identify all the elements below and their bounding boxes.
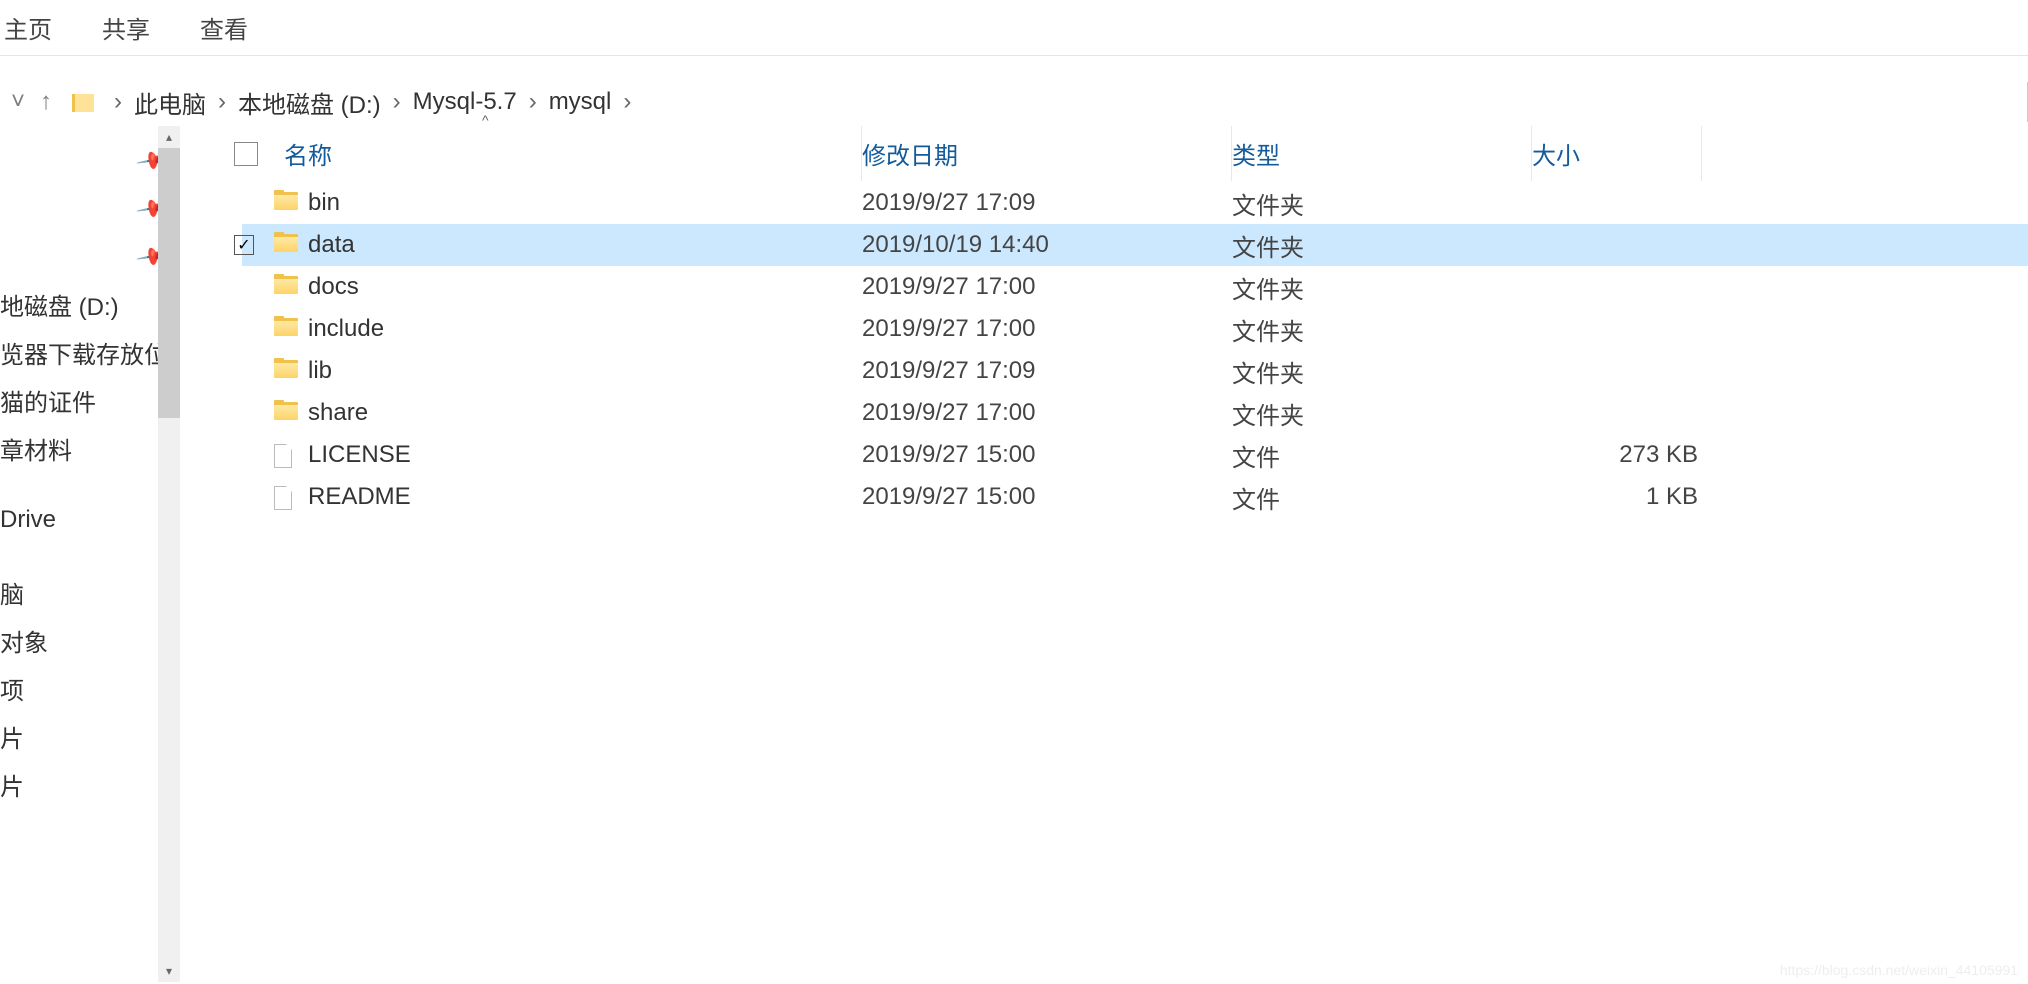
scroll-thumb[interactable] xyxy=(158,148,180,418)
file-date: 2019/9/27 17:09 xyxy=(862,189,1232,217)
sidebar-item-label: 对象 xyxy=(0,623,48,658)
history-dropdown-icon[interactable]: ˅ xyxy=(4,88,32,116)
main-area: 📌 📌 📌 地磁盘 (D:) 览器下载存放位 猫的证件 章材料 Drive 脑 … xyxy=(0,126,2028,982)
folder-row[interactable]: lib2019/9/27 17:09文件夹 xyxy=(242,350,2028,392)
sidebar-item-label: 片 xyxy=(0,767,24,802)
file-date: 2019/9/27 15:00 xyxy=(862,483,1232,511)
sidebar-item[interactable]: 📌 xyxy=(0,232,180,280)
folder-row[interactable]: include2019/9/27 17:00文件夹 xyxy=(242,308,2028,350)
sidebar-item[interactable]: 览器下载存放位 xyxy=(0,328,180,376)
file-type: 文件夹 xyxy=(1232,312,1532,347)
sidebar-item[interactable]: Drive xyxy=(0,496,180,544)
chevron-right-icon[interactable]: › xyxy=(623,88,631,116)
file-type: 文件夹 xyxy=(1232,396,1532,431)
file-date: 2019/10/19 14:40 xyxy=(862,231,1232,259)
sidebar-item-label: 章材料 xyxy=(0,431,72,466)
sidebar-item-label: 项 xyxy=(0,671,24,706)
column-header-name[interactable]: 名称 ^ xyxy=(242,126,862,181)
sidebar-scrollbar[interactable]: ▴ ▾ xyxy=(158,126,180,982)
sidebar-item[interactable]: 章材料 xyxy=(0,424,180,472)
sidebar-item-label: 地磁盘 (D:) xyxy=(0,287,119,322)
folder-icon xyxy=(274,276,296,298)
file-list: 名称 ^ 修改日期 类型 大小 bin2019/9/27 17:09文件夹✓da… xyxy=(180,126,2028,982)
sidebar-item[interactable]: 对象 xyxy=(0,616,180,664)
file-name: LICENSE xyxy=(242,441,862,469)
file-date: 2019/9/27 17:00 xyxy=(862,273,1232,301)
sort-indicator-icon: ^ xyxy=(482,112,489,128)
sidebar-item[interactable]: 片 xyxy=(0,712,180,760)
sidebar-item[interactable]: 地磁盘 (D:) xyxy=(0,280,180,328)
file-size: 1 KB xyxy=(1532,483,1702,511)
file-type: 文件 xyxy=(1232,480,1532,515)
file-icon xyxy=(274,444,296,466)
breadcrumb-segment[interactable]: 本地磁盘 (D:) xyxy=(238,85,381,120)
sidebar-item-label: 片 xyxy=(0,719,24,754)
folder-row[interactable]: ✓data2019/10/19 14:40文件夹 xyxy=(242,224,2028,266)
sidebar-item[interactable]: 脑 xyxy=(0,568,180,616)
chevron-right-icon[interactable]: › xyxy=(218,88,226,116)
folder-row[interactable]: docs2019/9/27 17:00文件夹 xyxy=(242,266,2028,308)
sidebar-item[interactable]: 📌 xyxy=(0,136,180,184)
folder-row[interactable]: share2019/9/27 17:00文件夹 xyxy=(242,392,2028,434)
file-name: share xyxy=(242,399,862,427)
column-header-date[interactable]: 修改日期 xyxy=(862,126,1232,181)
column-headers: 名称 ^ 修改日期 类型 大小 xyxy=(242,126,2028,182)
file-type: 文件 xyxy=(1232,438,1532,473)
file-row[interactable]: LICENSE2019/9/27 15:00文件273 KB xyxy=(242,434,2028,476)
file-name: data xyxy=(242,231,862,259)
sidebar-item[interactable]: 项 xyxy=(0,664,180,712)
scroll-up-icon[interactable]: ▴ xyxy=(158,126,180,148)
file-row[interactable]: README2019/9/27 15:00文件1 KB xyxy=(242,476,2028,518)
sidebar-item-label: Drive xyxy=(0,506,56,534)
address-bar: ˅ ↑ › 此电脑 › 本地磁盘 (D:) › Mysql-5.7 › mysq… xyxy=(0,78,2028,126)
navigation-pane: 📌 📌 📌 地磁盘 (D:) 览器下载存放位 猫的证件 章材料 Drive 脑 … xyxy=(0,126,180,982)
folder-icon xyxy=(274,192,296,214)
chevron-right-icon[interactable]: › xyxy=(393,88,401,116)
up-arrow-icon[interactable]: ↑ xyxy=(32,88,60,116)
column-header-size[interactable]: 大小 xyxy=(1532,126,1702,181)
sidebar-item-label: 猫的证件 xyxy=(0,383,96,418)
breadcrumb-segment[interactable]: 此电脑 xyxy=(134,85,206,120)
file-name: docs xyxy=(242,273,862,301)
file-date: 2019/9/27 17:00 xyxy=(862,399,1232,427)
ribbon-tab-home[interactable]: 主页 xyxy=(4,10,52,45)
file-size: 273 KB xyxy=(1532,441,1702,469)
folder-icon xyxy=(274,402,296,424)
file-type: 文件夹 xyxy=(1232,228,1532,263)
column-header-type[interactable]: 类型 xyxy=(1232,126,1532,181)
folder-icon xyxy=(274,318,296,340)
watermark: https://blog.csdn.net/weixin_44105991 xyxy=(1780,962,2018,978)
file-name: include xyxy=(242,315,862,343)
file-date: 2019/9/27 15:00 xyxy=(862,441,1232,469)
file-date: 2019/9/27 17:00 xyxy=(862,315,1232,343)
ribbon-tabs: 主页 共享 查看 xyxy=(0,0,2028,56)
scroll-down-icon[interactable]: ▾ xyxy=(158,960,180,982)
sidebar-item[interactable]: 📌 xyxy=(0,184,180,232)
file-name: README xyxy=(242,483,862,511)
breadcrumb-segment[interactable]: Mysql-5.7 xyxy=(413,88,517,116)
file-type: 文件夹 xyxy=(1232,354,1532,389)
sidebar-item-label: 脑 xyxy=(0,575,24,610)
ribbon-tab-share[interactable]: 共享 xyxy=(102,10,150,45)
folder-icon xyxy=(72,94,94,112)
file-type: 文件夹 xyxy=(1232,270,1532,305)
file-date: 2019/9/27 17:09 xyxy=(862,357,1232,385)
file-name: bin xyxy=(242,189,862,217)
ribbon-tab-view[interactable]: 查看 xyxy=(200,10,248,45)
file-name: lib xyxy=(242,357,862,385)
chevron-right-icon[interactable]: › xyxy=(114,88,122,116)
row-checkbox[interactable]: ✓ xyxy=(234,235,254,255)
sidebar-item[interactable]: 猫的证件 xyxy=(0,376,180,424)
folder-icon xyxy=(274,234,296,256)
file-icon xyxy=(274,486,296,508)
folder-icon xyxy=(274,360,296,382)
file-type: 文件夹 xyxy=(1232,186,1532,221)
sidebar-item[interactable]: 片 xyxy=(0,760,180,808)
folder-row[interactable]: bin2019/9/27 17:09文件夹 xyxy=(242,182,2028,224)
breadcrumb[interactable]: › 此电脑 › 本地磁盘 (D:) › Mysql-5.7 › mysql › xyxy=(66,82,2028,122)
chevron-right-icon[interactable]: › xyxy=(529,88,537,116)
breadcrumb-segment[interactable]: mysql xyxy=(549,88,612,116)
sidebar-item-label: 览器下载存放位 xyxy=(0,335,168,370)
